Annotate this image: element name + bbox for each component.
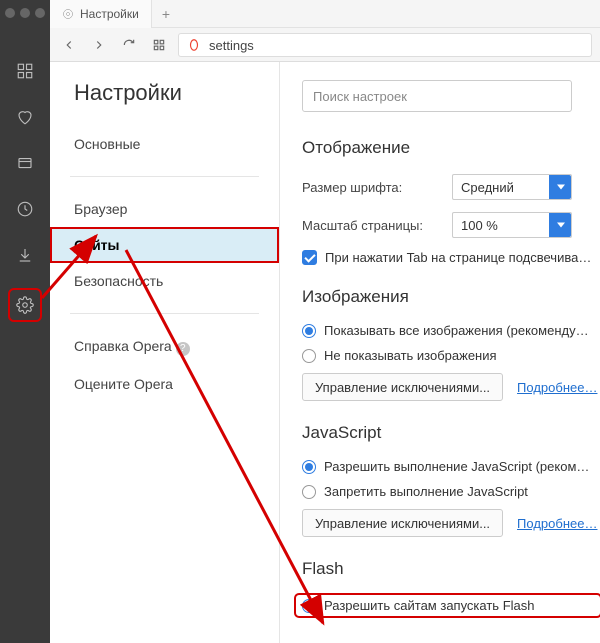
- js-exceptions-button[interactable]: Управление исключениями...: [302, 509, 503, 537]
- chevron-down-icon: [557, 223, 565, 228]
- radio-on-icon: [302, 599, 316, 613]
- close-dot[interactable]: [5, 8, 15, 18]
- search-input[interactable]: Поиск настроек: [302, 80, 572, 112]
- zoom-select[interactable]: 100 %: [452, 212, 572, 238]
- gear-icon: [62, 8, 74, 20]
- section-title: Изображения: [302, 287, 600, 307]
- images-hide-radio[interactable]: Не показывать изображения: [302, 348, 600, 363]
- sidebar-item-security[interactable]: Безопасность: [50, 263, 279, 299]
- heart-icon[interactable]: [12, 104, 38, 130]
- radio-label: Показывать все изображения (рекоменду…: [324, 323, 589, 338]
- min-dot[interactable]: [20, 8, 30, 18]
- history-icon[interactable]: [12, 196, 38, 222]
- new-tab-button[interactable]: +: [152, 6, 180, 22]
- section-title: JavaScript: [302, 423, 600, 443]
- sidebar-item-label: Справка Opera: [74, 338, 172, 354]
- sidebar-item-help[interactable]: Справка Opera?: [50, 328, 279, 366]
- content-area: Настройки Основные Браузер Сайты Безопас…: [50, 62, 600, 643]
- toolbar: settings: [50, 28, 600, 62]
- zoom-label: Масштаб страницы:: [302, 218, 452, 233]
- download-icon[interactable]: [12, 242, 38, 268]
- js-block-radio[interactable]: Запретить выполнение JavaScript: [302, 484, 600, 499]
- search-placeholder: Поиск настроек: [313, 89, 407, 104]
- max-dot[interactable]: [35, 8, 45, 18]
- flash-allow-radio[interactable]: Разрешить сайтам запускать Flash: [296, 595, 600, 616]
- section-images: Изображения Показывать все изображения (…: [302, 287, 600, 401]
- reload-button[interactable]: [118, 34, 140, 56]
- settings-gear-icon[interactable]: [8, 288, 42, 322]
- address-bar[interactable]: settings: [178, 33, 592, 57]
- checkbox-checked-icon: [302, 250, 317, 265]
- radio-on-icon: [302, 460, 316, 474]
- address-text: settings: [209, 38, 254, 53]
- section-flash: Flash Разрешить сайтам запускать Flash: [302, 559, 600, 616]
- font-size-label: Размер шрифта:: [302, 180, 452, 195]
- select-value: Средний: [461, 180, 514, 195]
- help-icon: ?: [176, 342, 190, 356]
- forward-button[interactable]: [88, 34, 110, 56]
- opera-icon: [187, 38, 201, 52]
- js-allow-radio[interactable]: Разрешить выполнение JavaScript (реком…: [302, 459, 600, 474]
- left-rail: [0, 0, 50, 643]
- tabs-icon[interactable]: [12, 150, 38, 176]
- select-value: 100 %: [461, 218, 498, 233]
- js-more-link[interactable]: Подробнее…: [517, 516, 597, 531]
- font-size-select[interactable]: Средний: [452, 174, 572, 200]
- section-title: Отображение: [302, 138, 600, 158]
- page-title: Настройки: [50, 80, 279, 126]
- section-javascript: JavaScript Разрешить выполнение JavaScri…: [302, 423, 600, 537]
- images-exceptions-button[interactable]: Управление исключениями...: [302, 373, 503, 401]
- sidebar-item-browser[interactable]: Браузер: [50, 191, 279, 227]
- sidebar-item-sites[interactable]: Сайты: [50, 227, 279, 263]
- speed-dial-button[interactable]: [148, 34, 170, 56]
- tab-settings[interactable]: Настройки: [50, 0, 152, 28]
- checkbox-label: При нажатии Tab на странице подсвечива…: [325, 250, 591, 265]
- radio-off-icon: [302, 349, 316, 363]
- radio-label: Не показывать изображения: [324, 348, 497, 363]
- radio-label: Разрешить сайтам запускать Flash: [324, 598, 534, 613]
- radio-label: Запретить выполнение JavaScript: [324, 484, 528, 499]
- section-title: Flash: [302, 559, 600, 579]
- radio-off-icon: [302, 485, 316, 499]
- images-show-all-radio[interactable]: Показывать все изображения (рекоменду…: [302, 323, 600, 338]
- images-more-link[interactable]: Подробнее…: [517, 380, 597, 395]
- speed-dial-icon[interactable]: [12, 58, 38, 84]
- back-button[interactable]: [58, 34, 80, 56]
- sidebar-item-rate[interactable]: Оцените Opera: [50, 366, 279, 402]
- tab-highlight-checkbox[interactable]: При нажатии Tab на странице подсвечива…: [302, 250, 600, 265]
- tab-bar: Настройки +: [50, 0, 600, 28]
- browser-chrome: Настройки + settings: [50, 0, 600, 62]
- window-controls[interactable]: [5, 8, 45, 18]
- sidebar-item-basic[interactable]: Основные: [50, 126, 279, 162]
- radio-label: Разрешить выполнение JavaScript (реком…: [324, 459, 589, 474]
- divider: [70, 176, 259, 177]
- settings-panel: Поиск настроек Отображение Размер шрифта…: [280, 62, 600, 643]
- section-display: Отображение Размер шрифта: Средний Масшт…: [302, 138, 600, 265]
- chevron-down-icon: [557, 185, 565, 190]
- radio-on-icon: [302, 324, 316, 338]
- settings-sidebar: Настройки Основные Браузер Сайты Безопас…: [50, 62, 280, 643]
- tab-label: Настройки: [80, 7, 139, 21]
- divider: [70, 313, 259, 314]
